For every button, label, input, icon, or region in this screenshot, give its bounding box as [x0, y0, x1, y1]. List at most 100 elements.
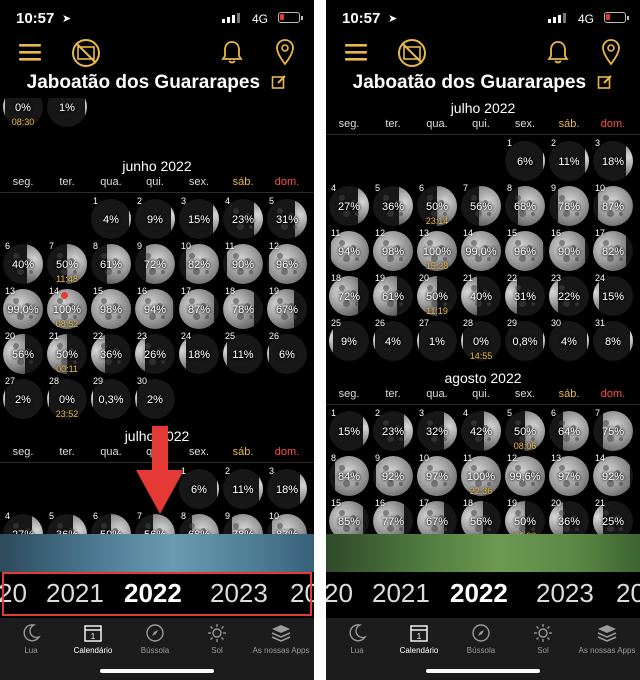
moon-day-cell[interactable]: 15 98% — [89, 286, 133, 330]
moon-day-cell[interactable]: 4 23% — [221, 196, 265, 240]
tab-lua[interactable]: Lua — [0, 622, 62, 655]
moon-day-cell[interactable]: 11 90% — [221, 241, 265, 285]
moon-day-cell[interactable]: 27 1% — [415, 318, 459, 362]
moon-day-cell[interactable]: 19 50% 01:36 — [503, 498, 547, 534]
moon-day-cell[interactable]: 14 92% — [591, 453, 635, 497]
moon-day-cell[interactable]: 1 4% — [89, 196, 133, 240]
moon-day-cell[interactable]: 868% — [503, 183, 547, 227]
moon-day-cell[interactable]: 13 97% — [547, 453, 591, 497]
moon-day-cell[interactable]: 11 100% 22:36 — [459, 453, 503, 497]
moon-day-cell[interactable]: 12 99,6% — [503, 453, 547, 497]
moon-day-cell[interactable]: 17 82% — [591, 228, 635, 272]
moon-day-cell[interactable]: 10 82% — [177, 241, 221, 285]
moon-day-cell[interactable]: 1 15% — [327, 408, 371, 452]
moon-day-cell[interactable]: 23 26% — [133, 331, 177, 375]
menu-icon[interactable] — [18, 42, 42, 67]
moon-day-cell[interactable]: 27 2% — [1, 376, 45, 420]
moon-day-cell[interactable]: 427% — [1, 511, 45, 534]
moon-day-cell[interactable]: 18 72% — [327, 273, 371, 317]
tab-calendario[interactable]: 1 Calendário — [62, 622, 124, 655]
moon-day-cell[interactable]: 17 87% — [177, 286, 221, 330]
no-ads-icon[interactable] — [70, 37, 102, 74]
map-pin-icon[interactable] — [600, 38, 622, 71]
moon-day-cell[interactable]: 1 6% — [503, 138, 547, 182]
ad-banner[interactable] — [0, 534, 314, 572]
moon-day-cell[interactable]: 14 100% 08:52 — [45, 286, 89, 330]
tab-lua[interactable]: Lua — [326, 622, 388, 655]
moon-day-cell[interactable]: 16 94% — [133, 286, 177, 330]
moon-day-cell[interactable]: 22 31% — [503, 273, 547, 317]
moon-day-cell[interactable]: 2 11% — [547, 138, 591, 182]
year-selector[interactable]: 20 2021 2022 2023 20 — [326, 572, 640, 618]
moon-day-cell[interactable]: 24 18% — [177, 331, 221, 375]
no-ads-icon[interactable] — [396, 37, 428, 74]
moon-day-cell[interactable]: 18 78% — [221, 286, 265, 330]
tab-sol[interactable]: Sol — [512, 622, 574, 655]
moon-day-cell[interactable]: 5 50% 08:06 — [503, 408, 547, 452]
moon-day-cell[interactable]: 29 0,8% — [503, 318, 547, 362]
moon-day-cell[interactable]: 536% — [371, 183, 415, 227]
moon-day-cell[interactable]: 5 31% — [265, 196, 309, 240]
year-item-selected[interactable]: 2022 — [450, 578, 508, 609]
moon-day-cell[interactable]: 20 56% — [1, 331, 45, 375]
moon-day-cell[interactable]: 25 9% — [327, 318, 371, 362]
moon-day-cell[interactable]: 536% — [45, 511, 89, 534]
menu-icon[interactable] — [344, 42, 368, 67]
moon-day-cell[interactable]: 978% — [221, 511, 265, 534]
year-item[interactable]: 2021 — [372, 578, 430, 609]
moon-day-cell[interactable]: 12 96% — [265, 241, 309, 285]
moon-day-cell[interactable]: 15 85% — [327, 498, 371, 534]
moon-day-cell[interactable]: 318% — [265, 466, 309, 510]
moon-day-cell[interactable]: 23 22% — [547, 273, 591, 317]
moon-day-cell[interactable]: 12 98% — [371, 228, 415, 272]
calendar-scroll[interactable]: julho 2022 seg. ter. qua. qui. sex. sáb. dom. 1 6… — [326, 98, 640, 534]
moon-day-cell[interactable]: 8 84% — [327, 453, 371, 497]
moon-day-cell[interactable]: 26 6% — [265, 331, 309, 375]
moon-day-cell[interactable]: 978% — [547, 183, 591, 227]
moon-day-cell[interactable]: 6 64% — [547, 408, 591, 452]
tab-apps[interactable]: As nossas Apps — [576, 622, 638, 655]
moon-day-cell[interactable]: 3 15% — [177, 196, 221, 240]
moon-day-cell[interactable]: 16 77% — [371, 498, 415, 534]
moon-day-cell[interactable]: 10 87% — [591, 183, 635, 227]
moon-day-cell[interactable]: 21 50% 00:11 — [45, 331, 89, 375]
moon-day-cell[interactable]: 9 72% — [133, 241, 177, 285]
moon-day-cell[interactable]: 14 99,0% — [459, 228, 503, 272]
moon-day-cell[interactable]: 22 36% — [89, 331, 133, 375]
moon-day-cell[interactable]: 13 99,0% — [1, 286, 45, 330]
moon-day-cell[interactable]: 9 92% — [371, 453, 415, 497]
edit-icon[interactable] — [597, 74, 613, 96]
moon-day-cell[interactable]: 29 0,3% — [89, 376, 133, 420]
map-pin-icon[interactable] — [274, 38, 296, 71]
moon-day-cell[interactable]: 427% — [327, 183, 371, 227]
moon-day-cell[interactable]: 318% — [591, 138, 635, 182]
moon-day-cell[interactable]: 21 40% — [459, 273, 503, 317]
city-title[interactable]: Jaboatão dos Guararapes — [326, 72, 640, 98]
moon-day-cell[interactable]: 318% — [591, 318, 635, 362]
moon-day-cell[interactable]: 18 56% — [459, 498, 503, 534]
moon-day-cell[interactable]: 28 0% 14:55 — [459, 318, 503, 362]
moon-day-cell[interactable]: 28 0% 23:52 — [45, 376, 89, 420]
tab-sol[interactable]: Sol — [186, 622, 248, 655]
year-item[interactable]: 20 — [326, 578, 353, 609]
moon-day-cell[interactable]: 11 94% — [327, 228, 371, 272]
tab-bussola[interactable]: Bússola — [450, 622, 512, 655]
tab-apps[interactable]: As nossas Apps — [250, 622, 312, 655]
moon-day-cell[interactable]: 2 23% — [371, 408, 415, 452]
moon-day-cell[interactable]: 2 9% — [133, 196, 177, 240]
bell-icon[interactable] — [546, 39, 570, 70]
moon-day-cell[interactable]: 21 25% — [591, 498, 635, 534]
moon-day-cell[interactable]: 10 97% — [415, 453, 459, 497]
moon-day-cell[interactable]: 4 42% — [459, 408, 503, 452]
ad-banner[interactable] — [326, 534, 640, 572]
moon-day-cell[interactable]: 30 2% — [133, 376, 177, 420]
moon-day-cell[interactable]: 868% — [177, 511, 221, 534]
moon-day-cell[interactable]: 10 87% — [265, 511, 309, 534]
moon-day-cell[interactable]: 300%08:30 — [1, 98, 45, 128]
moon-day-cell[interactable]: 7 50% 11:48 — [45, 241, 89, 285]
moon-day-cell[interactable]: 19 61% — [371, 273, 415, 317]
tab-bussola[interactable]: Bússola — [124, 622, 186, 655]
moon-day-cell[interactable]: 20 50% 11:19 — [415, 273, 459, 317]
moon-day-cell[interactable]: 311% — [45, 98, 89, 128]
moon-day-cell[interactable]: 24 15% — [591, 273, 635, 317]
